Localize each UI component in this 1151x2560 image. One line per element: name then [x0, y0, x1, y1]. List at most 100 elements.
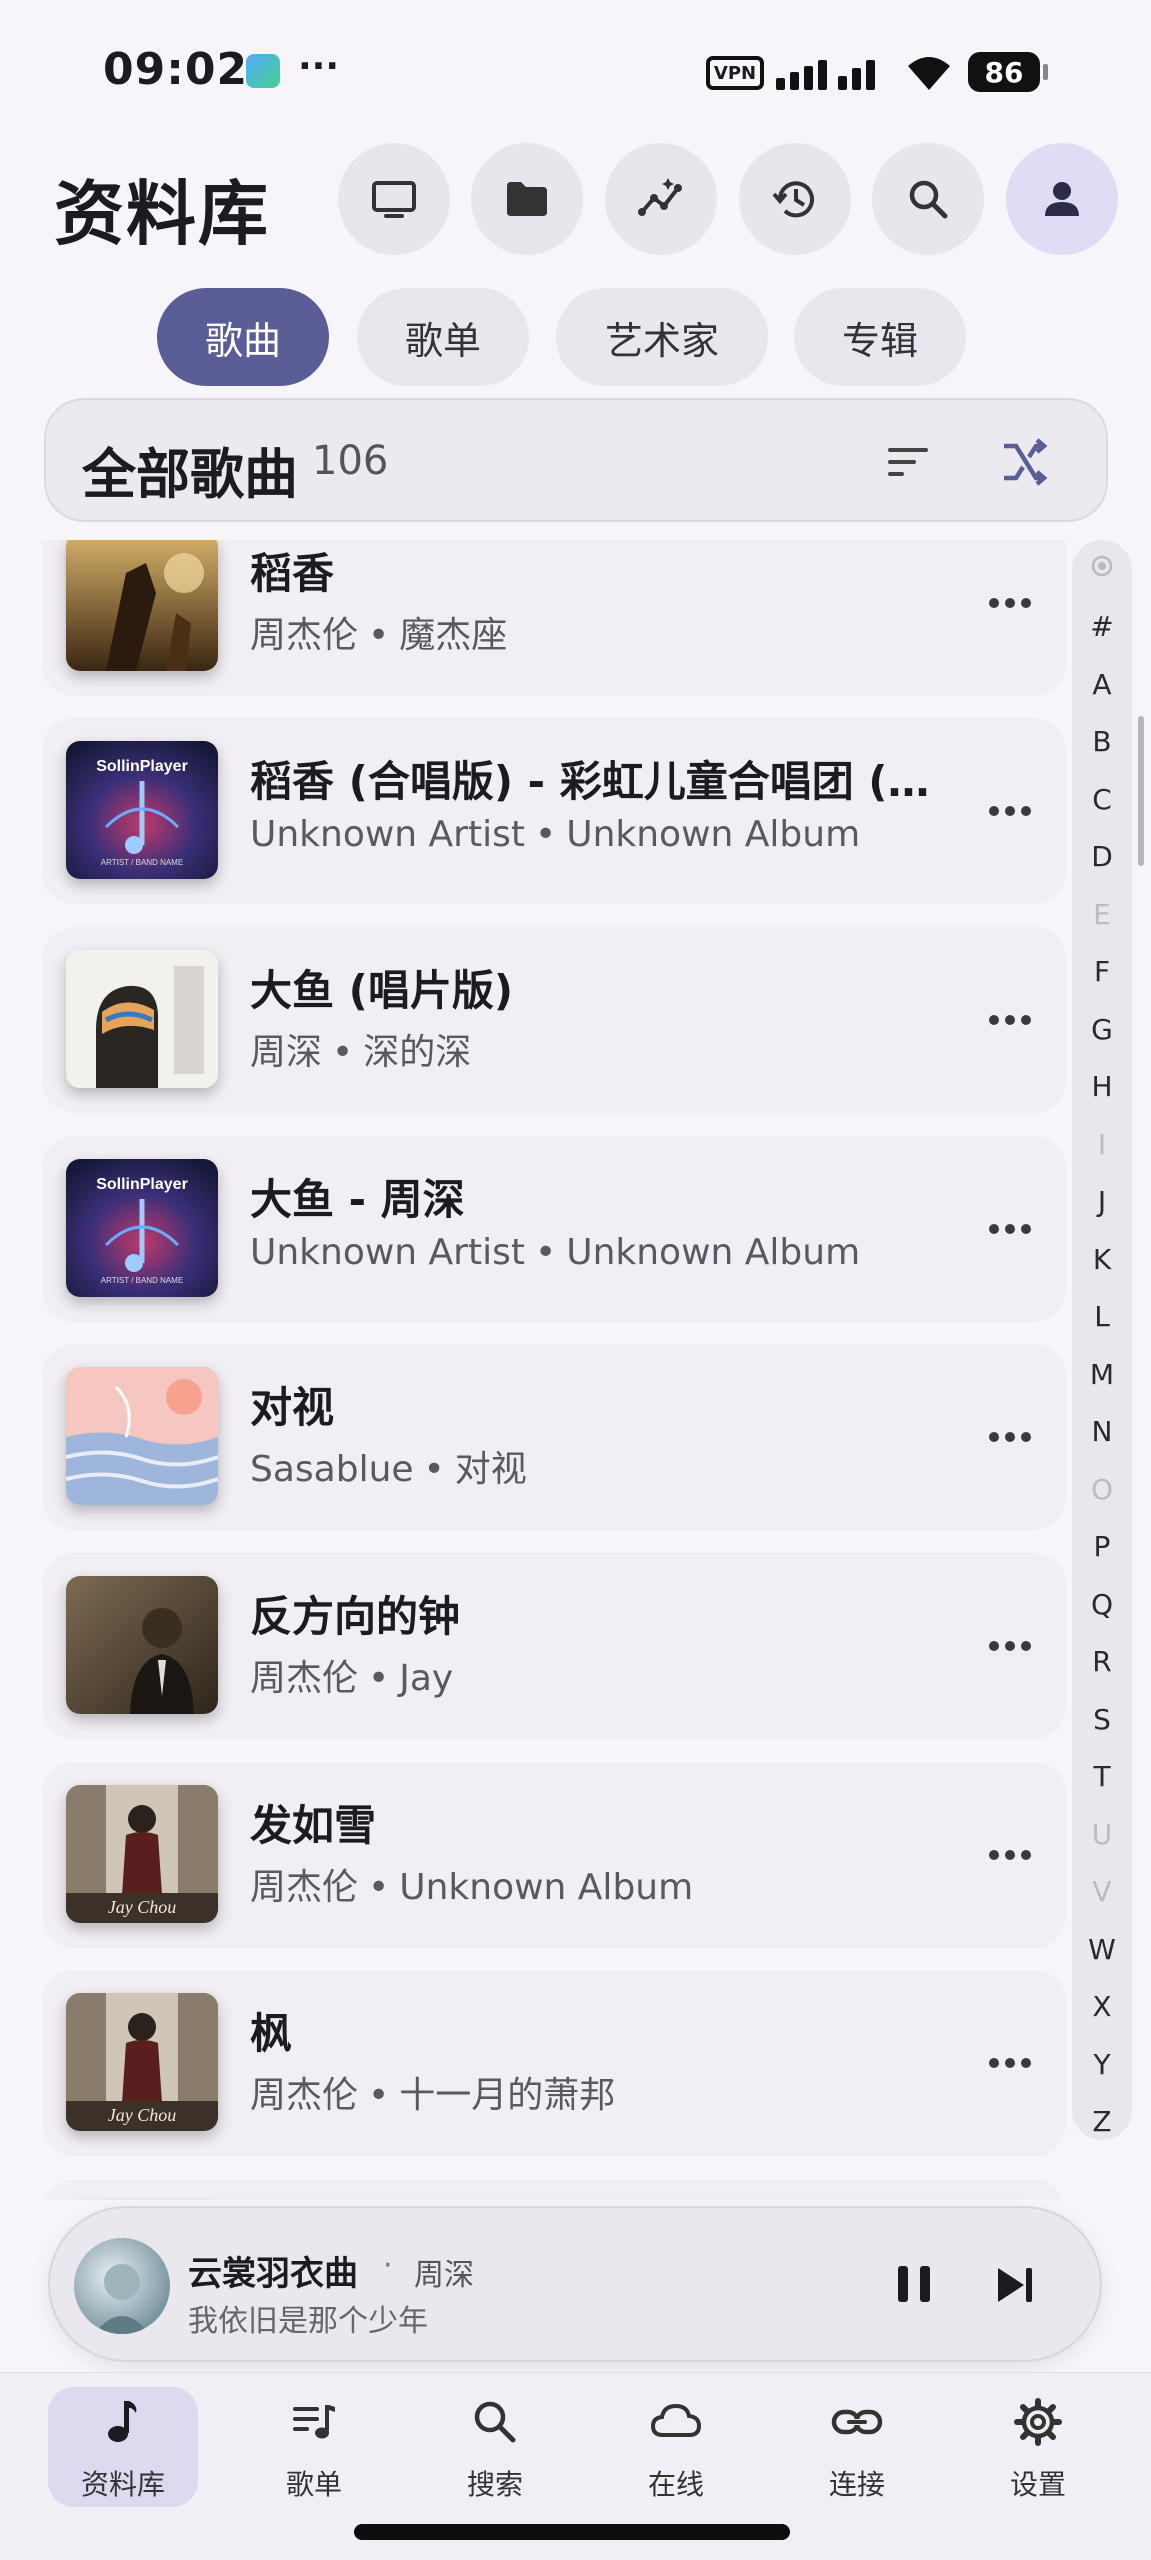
- song-row[interactable]: 稻香 周杰伦 • 魔杰座: [42, 540, 1066, 696]
- alphabet-letter[interactable]: K: [1072, 1231, 1132, 1289]
- song-artist: 周杰伦: [250, 1867, 359, 1908]
- song-row[interactable]: Jay Chou 枫 周杰伦 • 十一月的萧邦: [42, 1970, 1066, 2156]
- scrollbar-thumb[interactable]: [1138, 716, 1144, 866]
- tab-songs[interactable]: 歌曲: [157, 288, 329, 386]
- alphabet-letter[interactable]: C: [1072, 771, 1132, 829]
- song-album: 魔杰座: [399, 615, 508, 656]
- song-row[interactable]: [42, 2180, 1066, 2200]
- album-cover: SollinPlayer ARTIST / BAND NAME: [66, 1159, 218, 1297]
- alphabet-letter[interactable]: P: [1072, 1518, 1132, 1576]
- skip-next-icon[interactable]: [988, 2258, 1042, 2312]
- wifi-icon: [908, 57, 950, 90]
- song-row[interactable]: SollinPlayer ARTIST / BAND NAME 稻香 (合唱版) …: [42, 718, 1066, 904]
- alphabet-letter[interactable]: I: [1072, 1116, 1132, 1174]
- search-button[interactable]: [872, 143, 984, 255]
- shuffle-icon[interactable]: [996, 434, 1052, 490]
- song-subtitle: 周杰伦 • 十一月的萧邦: [250, 2066, 970, 2118]
- history-button[interactable]: [739, 143, 851, 255]
- album-cover: SollinPlayer ARTIST / BAND NAME: [66, 741, 218, 879]
- sort-icon[interactable]: [882, 436, 934, 488]
- alphabet-letters[interactable]: # A B C D E F G H I J K L M N O P Q R S T U V W X Y Z: [1072, 598, 1132, 2151]
- more-options-button[interactable]: [982, 1204, 1038, 1254]
- song-row[interactable]: 大鱼 (唱片版) 周深 • 深的深: [42, 927, 1066, 1113]
- pause-icon[interactable]: [882, 2252, 946, 2316]
- nav-playlists[interactable]: 歌单: [239, 2387, 389, 2507]
- alphabet-letter[interactable]: Q: [1072, 1576, 1132, 1634]
- nav-connect[interactable]: 连接: [782, 2387, 932, 2507]
- status-bar: 09:02 ··· VPN 86: [0, 0, 1151, 140]
- insights-button[interactable]: [605, 143, 717, 255]
- profile-button[interactable]: [1006, 143, 1118, 255]
- alphabet-letter[interactable]: N: [1072, 1403, 1132, 1461]
- song-album: Unknown Album: [399, 1867, 694, 1908]
- more-options-button[interactable]: [982, 1830, 1038, 1880]
- separator-dot: •: [534, 814, 557, 855]
- more-options-button[interactable]: [982, 1412, 1038, 1462]
- alphabet-letter[interactable]: L: [1072, 1288, 1132, 1346]
- alphabet-letter[interactable]: Z: [1072, 2093, 1132, 2151]
- tab-albums[interactable]: 专辑: [794, 288, 966, 386]
- alphabet-letter[interactable]: B: [1072, 713, 1132, 771]
- nav-label: 搜索: [466, 2468, 523, 2501]
- song-subtitle: 周杰伦 • Unknown Album: [250, 1858, 970, 1910]
- alphabet-letter[interactable]: F: [1072, 943, 1132, 1001]
- song-row[interactable]: 反方向的钟 周杰伦 • Jay: [42, 1553, 1066, 1739]
- alphabet-letter[interactable]: W: [1072, 1921, 1132, 1979]
- home-indicator[interactable]: [354, 2524, 790, 2540]
- alphabet-letter[interactable]: R: [1072, 1633, 1132, 1691]
- more-options-button[interactable]: [982, 578, 1038, 628]
- alphabet-letter[interactable]: D: [1072, 828, 1132, 886]
- song-album: Unknown Album: [566, 1232, 861, 1273]
- nav-library[interactable]: 资料库: [48, 2387, 198, 2507]
- mini-player[interactable]: 云裳羽衣曲 · 周深 我依旧是那个少年: [48, 2206, 1102, 2362]
- alphabet-letter[interactable]: J: [1072, 1173, 1132, 1231]
- song-title: 反方向的钟: [250, 1592, 461, 1641]
- nav-label: 在线: [647, 2468, 704, 2501]
- alphabet-letter[interactable]: G: [1072, 1001, 1132, 1059]
- search-icon: [474, 2401, 516, 2443]
- more-options-button[interactable]: [982, 786, 1038, 836]
- nav-online[interactable]: 在线: [601, 2387, 751, 2507]
- alphabet-letter[interactable]: A: [1072, 656, 1132, 714]
- song-row[interactable]: 对视 Sasablue • 对视: [42, 1344, 1066, 1530]
- separator-dot: •: [368, 1658, 390, 1699]
- tab-playlists[interactable]: 歌单: [357, 288, 529, 386]
- separator-dot: •: [423, 1449, 445, 1490]
- more-options-button[interactable]: [982, 2038, 1038, 2088]
- song-list: 稻香 周杰伦 • 魔杰座 SollinPlayer ARTIST / BAND NAM…: [0, 540, 1151, 2200]
- song-subtitle: Unknown Artist • Unknown Album: [250, 814, 970, 855]
- song-row[interactable]: Jay Chou 发如雪 周杰伦 • Unknown Album: [42, 1762, 1066, 1948]
- alphabet-letter[interactable]: S: [1072, 1691, 1132, 1749]
- music-note-icon: [108, 2401, 137, 2442]
- nav-settings[interactable]: 设置: [963, 2387, 1113, 2507]
- alphabet-letter[interactable]: #: [1072, 598, 1132, 656]
- song-title: 发如雪: [250, 1801, 377, 1850]
- more-options-button[interactable]: [982, 995, 1038, 1045]
- nav-search[interactable]: 搜索: [420, 2387, 570, 2507]
- song-title: 稻香 (合唱版) - 彩虹儿童合唱团 (…: [250, 757, 930, 806]
- locate-current-icon[interactable]: [1088, 552, 1116, 580]
- more-options-button[interactable]: [982, 1621, 1038, 1671]
- song-album: 深的深: [363, 1032, 472, 1073]
- song-title: 稻香: [250, 549, 335, 598]
- alphabet-letter[interactable]: T: [1072, 1748, 1132, 1806]
- cast-button[interactable]: [338, 143, 450, 255]
- now-playing-separator: ·: [383, 2248, 393, 2283]
- alphabet-letter[interactable]: V: [1072, 1863, 1132, 1921]
- song-title: 大鱼 - 周深: [250, 1175, 465, 1224]
- alphabet-letter[interactable]: O: [1072, 1461, 1132, 1519]
- song-row[interactable]: SollinPlayer ARTIST / BAND NAME 大鱼 - 周深 U…: [42, 1136, 1066, 1322]
- folder-button[interactable]: [471, 143, 583, 255]
- alphabet-letter[interactable]: U: [1072, 1806, 1132, 1864]
- alphabet-letter[interactable]: M: [1072, 1346, 1132, 1404]
- song-count: 106: [312, 438, 389, 484]
- song-subtitle: Unknown Artist • Unknown Album: [250, 1232, 970, 1273]
- alphabet-letter[interactable]: Y: [1072, 2036, 1132, 2094]
- nav-label: 连接: [828, 2468, 885, 2501]
- tab-artists[interactable]: 艺术家: [556, 288, 768, 386]
- alphabet-letter[interactable]: E: [1072, 886, 1132, 944]
- link-icon: [831, 2409, 883, 2435]
- alphabet-letter[interactable]: X: [1072, 1978, 1132, 2036]
- cover-subtext: ARTIST / BAND NAME: [101, 858, 183, 867]
- alphabet-letter[interactable]: H: [1072, 1058, 1132, 1116]
